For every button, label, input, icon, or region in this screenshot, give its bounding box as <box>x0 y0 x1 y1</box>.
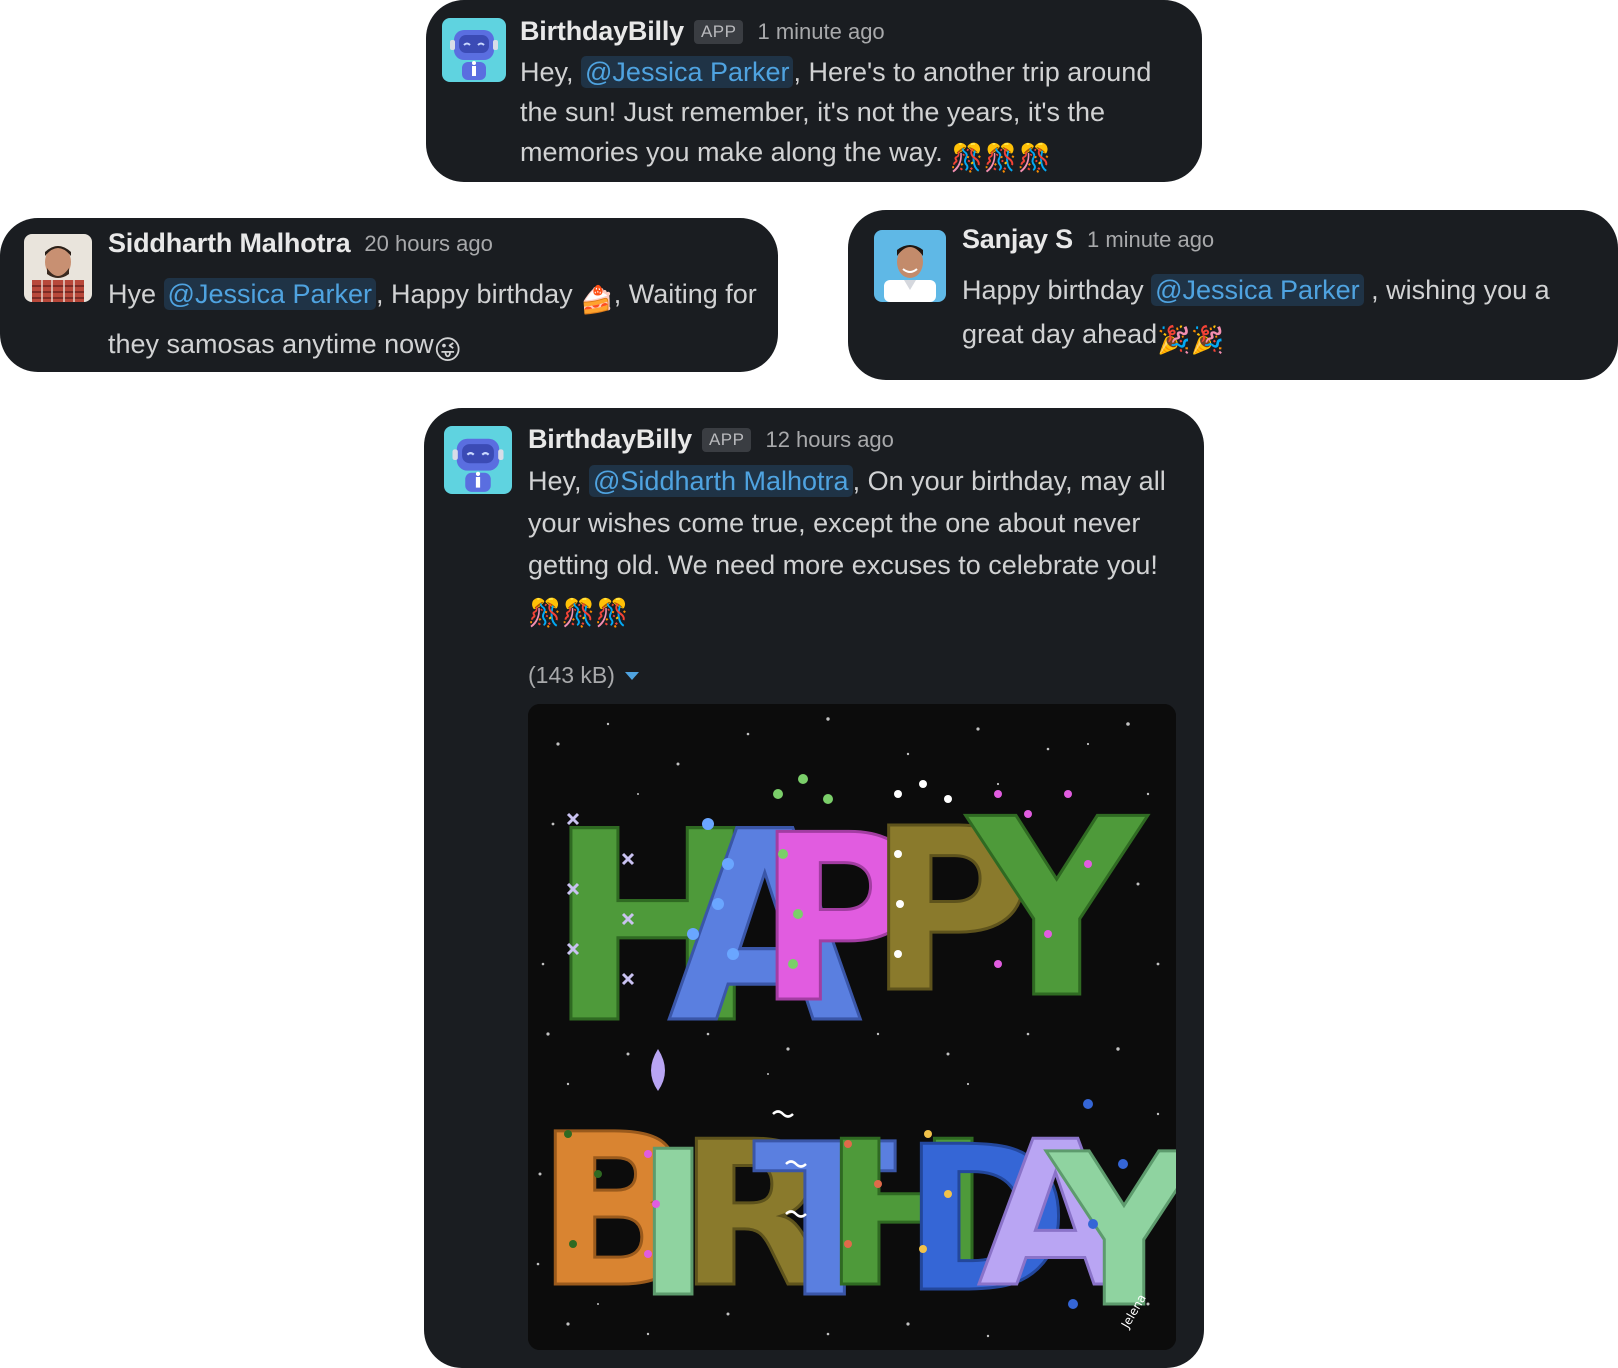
birthday-lettering: B I R T H D A Y <box>535 1088 1177 1351</box>
svg-text:Y: Y <box>1045 1109 1176 1350</box>
message-header: BirthdayBilly APP 12 hours ago <box>528 424 894 455</box>
message-text-before: Hey, <box>528 466 590 496</box>
message-text: Hye @Jessica Parker, Happy birthday 🍰, W… <box>108 272 758 372</box>
confetti-ball-emoji: 🎊🎊🎊 <box>528 598 629 628</box>
file-size-toggle[interactable]: (143 kB) <box>528 662 639 689</box>
file-size-label: (143 kB) <box>528 662 615 688</box>
message-text-before: Hye <box>108 279 164 309</box>
user-mention[interactable]: @Jessica Parker <box>163 278 376 310</box>
author-name[interactable]: BirthdayBilly <box>528 424 692 455</box>
user-mention[interactable]: @Jessica Parker <box>1151 274 1364 306</box>
robot-icon <box>444 426 512 494</box>
svg-text:Y: Y <box>965 767 1148 1052</box>
siddharth-avatar[interactable] <box>24 234 92 302</box>
user-mention[interactable]: @Siddharth Malhotra <box>589 465 853 497</box>
app-badge: APP <box>701 427 752 452</box>
party-popper-emoji: 🎉🎉 <box>1157 325 1225 355</box>
app-badge: APP <box>693 19 744 44</box>
caret-down-icon[interactable] <box>624 671 639 680</box>
message-header: BirthdayBilly APP 1 minute ago <box>520 16 885 47</box>
author-name[interactable]: BirthdayBilly <box>520 16 684 47</box>
user-photo-icon <box>874 230 946 302</box>
user-photo-icon <box>24 234 92 302</box>
timestamp[interactable]: 20 hours ago <box>364 231 492 257</box>
message-text-before: Hey, <box>520 57 582 87</box>
author-name[interactable]: Sanjay S <box>962 224 1073 255</box>
message-card-sanjay: Sanjay S 1 minute ago Happy birthday @Je… <box>848 210 1618 380</box>
confetti-ball-emoji: 🎊🎊🎊 <box>950 143 1052 173</box>
message-header: Siddharth Malhotra 20 hours ago <box>108 228 493 259</box>
winking-tongue-emoji: 😜 <box>433 335 462 365</box>
message-header: Sanjay S 1 minute ago <box>962 224 1214 255</box>
author-name[interactable]: Siddharth Malhotra <box>108 228 351 259</box>
message-text: Happy birthday @Jessica Parker , wishing… <box>962 268 1602 362</box>
cake-emoji: 🍰 <box>580 285 614 315</box>
happy-birthday-illustration: H A P P Y B I R T H D A Y Jelena <box>528 704 1176 1350</box>
message-text-before: Happy birthday <box>962 275 1152 305</box>
user-mention[interactable]: @Jessica Parker <box>581 56 794 88</box>
message-card-birthdaybilly-1: BirthdayBilly APP 1 minute ago Hey, @Jes… <box>426 0 1202 182</box>
message-text-middle: , Happy birthday <box>376 279 581 309</box>
timestamp[interactable]: 12 hours ago <box>765 427 893 453</box>
message-card-birthdaybilly-2: BirthdayBilly APP 12 hours ago Hey, @Sid… <box>424 408 1204 1368</box>
timestamp[interactable]: 1 minute ago <box>757 19 884 45</box>
birthday-image[interactable]: H A P P Y B I R T H D A Y Jelena <box>528 704 1176 1350</box>
birthdaybilly-avatar[interactable] <box>444 426 512 494</box>
message-card-siddharth: Siddharth Malhotra 20 hours ago Hye @Jes… <box>0 218 778 372</box>
birthdaybilly-avatar[interactable] <box>442 18 506 82</box>
robot-icon <box>442 18 506 82</box>
timestamp[interactable]: 1 minute ago <box>1087 227 1214 253</box>
message-text: Hey, @Siddharth Malhotra, On your birthd… <box>528 460 1168 634</box>
sanjay-avatar[interactable] <box>874 230 946 302</box>
happy-lettering: H A P P Y <box>546 766 1149 1084</box>
message-text: Hey, @Jessica Parker, Here's to another … <box>520 52 1170 178</box>
